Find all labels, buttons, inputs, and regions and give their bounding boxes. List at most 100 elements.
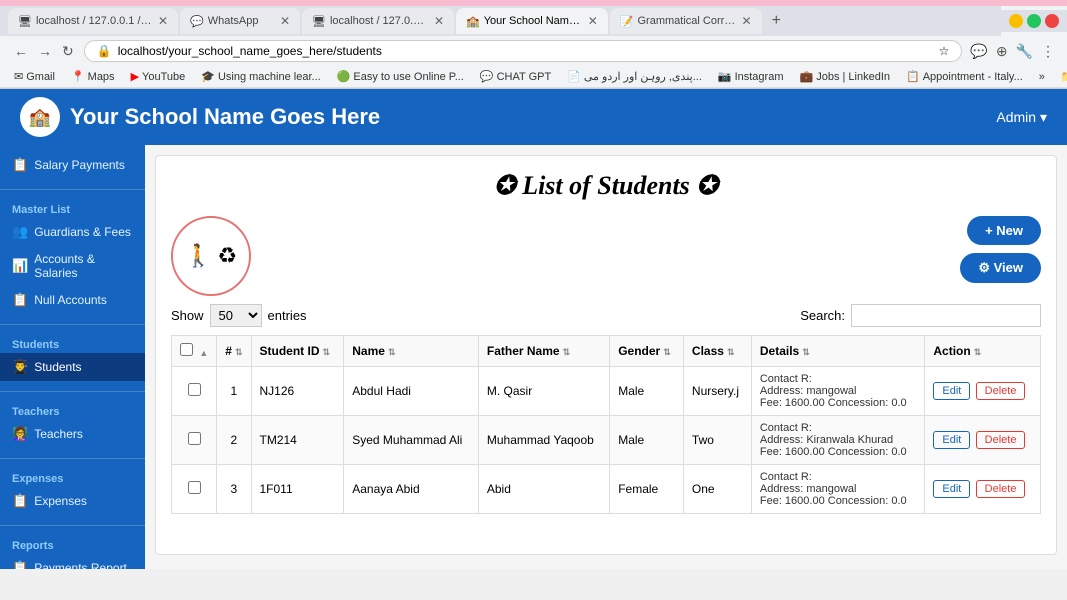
select-all-checkbox[interactable]	[180, 343, 193, 356]
sidebar-item-guardians[interactable]: 👥 Guardians & Fees	[0, 218, 145, 246]
online-icon: 🟢	[337, 70, 351, 83]
expenses-section-title: Expenses	[0, 469, 145, 487]
row-check-0[interactable]	[188, 383, 201, 396]
sidebar-item-salary-payments[interactable]: 📋 Salary Payments	[0, 151, 145, 179]
delete-button-0[interactable]: Delete	[976, 382, 1026, 400]
row-check-2[interactable]	[188, 481, 201, 494]
bookmark-chatgpt[interactable]: 💬 CHAT GPT	[476, 68, 555, 85]
th-student-id[interactable]: Student ID⇅	[251, 336, 344, 367]
tab-5-label: Grammatical Correction In...	[638, 15, 738, 27]
row-details-2: Contact R:Address: mangowalFee: 1600.00 …	[751, 465, 925, 514]
delete-button-2[interactable]: Delete	[976, 480, 1026, 498]
row-check-1[interactable]	[188, 432, 201, 445]
address-bar[interactable]: 🔒 ☆	[84, 40, 963, 62]
row-father-2: Abid	[478, 465, 609, 514]
bookmark-linkedin[interactable]: 💼 Jobs | LinkedIn	[796, 68, 895, 85]
row-action-2: Edit Delete	[925, 465, 1041, 514]
search-input[interactable]	[851, 304, 1041, 327]
new-student-button[interactable]: + New	[967, 216, 1041, 245]
tab-1-close[interactable]: ✕	[158, 14, 168, 28]
th-name[interactable]: Name⇅	[344, 336, 479, 367]
sidebar-payments-report-label: Payments Report	[34, 561, 127, 569]
forward-button[interactable]: →	[34, 41, 56, 62]
back-button[interactable]: ←	[10, 41, 32, 62]
th-class[interactable]: Class⇅	[683, 336, 751, 367]
th-action[interactable]: Action⇅	[925, 336, 1041, 367]
row-gender-2: Female	[610, 465, 684, 514]
window-maximize[interactable]	[1027, 14, 1041, 28]
students-icon: 👨‍🎓	[12, 359, 28, 375]
table-header-row: ▲ #⇅ Student ID⇅ Name⇅ Father Name⇅ Gend…	[172, 336, 1041, 367]
reload-button[interactable]: ↻	[58, 41, 78, 62]
row-checkbox-0[interactable]	[172, 367, 217, 416]
tab-5[interactable]: 📝 Grammatical Correction In... ✕	[610, 8, 762, 34]
sidebar-item-teachers[interactable]: 👩‍🏫 Teachers	[0, 420, 145, 448]
th-num[interactable]: #⇅	[217, 336, 251, 367]
th-gender[interactable]: Gender⇅	[610, 336, 684, 367]
tab-3-favicon: 🖥	[312, 15, 326, 28]
tab-5-close[interactable]: ✕	[742, 14, 752, 28]
more-action[interactable]: ⋮	[1039, 41, 1057, 62]
edit-button-2[interactable]: Edit	[933, 480, 970, 498]
th-father-name[interactable]: Father Name⇅	[478, 336, 609, 367]
bookmark-urdu[interactable]: 📄 پندی, روہن اور اردو می...	[563, 68, 706, 85]
bookmark-appointment[interactable]: 📋 Appointment - Italy...	[902, 68, 1027, 85]
tab-3[interactable]: 🖥 localhost / 127.0.0.1 / british... ✕	[302, 8, 454, 34]
new-tab-button[interactable]: +	[764, 8, 789, 34]
sidebar-item-students[interactable]: 👨‍🎓 Students	[0, 353, 145, 381]
address-input[interactable]	[118, 44, 933, 58]
entries-select[interactable]: 50 25 10 100	[210, 304, 262, 327]
bookmark-instagram[interactable]: 📷 Instagram	[714, 68, 788, 85]
th-checkbox: ▲	[172, 336, 217, 367]
whatsapp-action[interactable]: 💬	[968, 41, 989, 62]
row-action-1: Edit Delete	[925, 416, 1041, 465]
delete-button-1[interactable]: Delete	[976, 431, 1026, 449]
row-checkbox-1[interactable]	[172, 416, 217, 465]
search-label: Search:	[800, 308, 845, 323]
extension-action[interactable]: 🔧	[1014, 41, 1035, 62]
bookmark-maps[interactable]: 📍 Maps	[67, 68, 119, 85]
tab-2[interactable]: 💬 WhatsApp ✕	[180, 8, 300, 34]
tab-2-close[interactable]: ✕	[280, 14, 290, 28]
lock-icon: 🔒	[97, 44, 112, 58]
bookmark-appointment-label: Appointment - Italy...	[923, 71, 1023, 83]
row-gender-0: Male	[610, 367, 684, 416]
bookmark-online[interactable]: 🟢 Easy to use Online P...	[333, 68, 468, 85]
bookmark-gmail[interactable]: ✉ Gmail	[10, 68, 59, 85]
row-checkbox-2[interactable]	[172, 465, 217, 514]
address-bar-row: ← → ↻ 🔒 ☆ 💬 ⊕ 🔧 ⋮	[0, 36, 1067, 66]
main-content: ✪ List of Students ✪ 🚶 ♻ + New ⚙ View	[145, 145, 1067, 569]
row-details-0: Contact R:Address: mangowalFee: 1600.00 …	[751, 367, 925, 416]
admin-dropdown-button[interactable]: Admin ▾	[996, 109, 1047, 126]
app-header: 🏫 Your School Name Goes Here Admin ▾	[0, 89, 1067, 145]
bookmark-more[interactable]: »	[1035, 69, 1049, 85]
page-title: ✪ List of Students ✪	[494, 171, 718, 200]
sidebar-null-accounts-label: Null Accounts	[34, 293, 107, 307]
edit-button-0[interactable]: Edit	[933, 382, 970, 400]
table-row: 3 1F011 Aanaya Abid Abid Female One Cont…	[172, 465, 1041, 514]
sidebar-item-null-accounts[interactable]: 📋 Null Accounts	[0, 286, 145, 314]
window-close[interactable]	[1045, 14, 1059, 28]
bookmark-online-label: Easy to use Online P...	[353, 71, 463, 83]
sidebar-item-accounts[interactable]: 📊 Accounts & Salaries	[0, 246, 145, 286]
bookmark-youtube[interactable]: ▶ YouTube	[127, 68, 190, 85]
show-entries-area: Show 50 25 10 100 entries	[171, 304, 307, 327]
tab-1[interactable]: 🖥 localhost / 127.0.0.1 / dumm... ✕	[8, 8, 178, 34]
window-minimize[interactable]	[1009, 14, 1023, 28]
profile-action[interactable]: ⊕	[994, 41, 1010, 62]
row-gender-1: Male	[610, 416, 684, 465]
tab-4[interactable]: 🏫 Your School Name Goes He... ✕	[456, 8, 608, 34]
edit-button-1[interactable]: Edit	[933, 431, 970, 449]
bookmark-ml[interactable]: 🎓 Using machine lear...	[197, 68, 324, 85]
row-num-1: 2	[217, 416, 251, 465]
th-details[interactable]: Details⇅	[751, 336, 925, 367]
tab-4-close[interactable]: ✕	[588, 14, 598, 28]
row-class-2: One	[683, 465, 751, 514]
bookmark-all[interactable]: 📁 All Bookmarks	[1057, 68, 1067, 85]
sidebar-item-payments-report[interactable]: 📋 Payments Report	[0, 554, 145, 569]
view-button[interactable]: ⚙ View	[960, 253, 1041, 283]
tab-3-close[interactable]: ✕	[434, 14, 444, 28]
sidebar-item-expenses[interactable]: 📋 Expenses	[0, 487, 145, 515]
sidebar-section-master: Master List 👥 Guardians & Fees 📊 Account…	[0, 194, 145, 320]
sidebar-accounts-label: Accounts & Salaries	[34, 252, 133, 280]
